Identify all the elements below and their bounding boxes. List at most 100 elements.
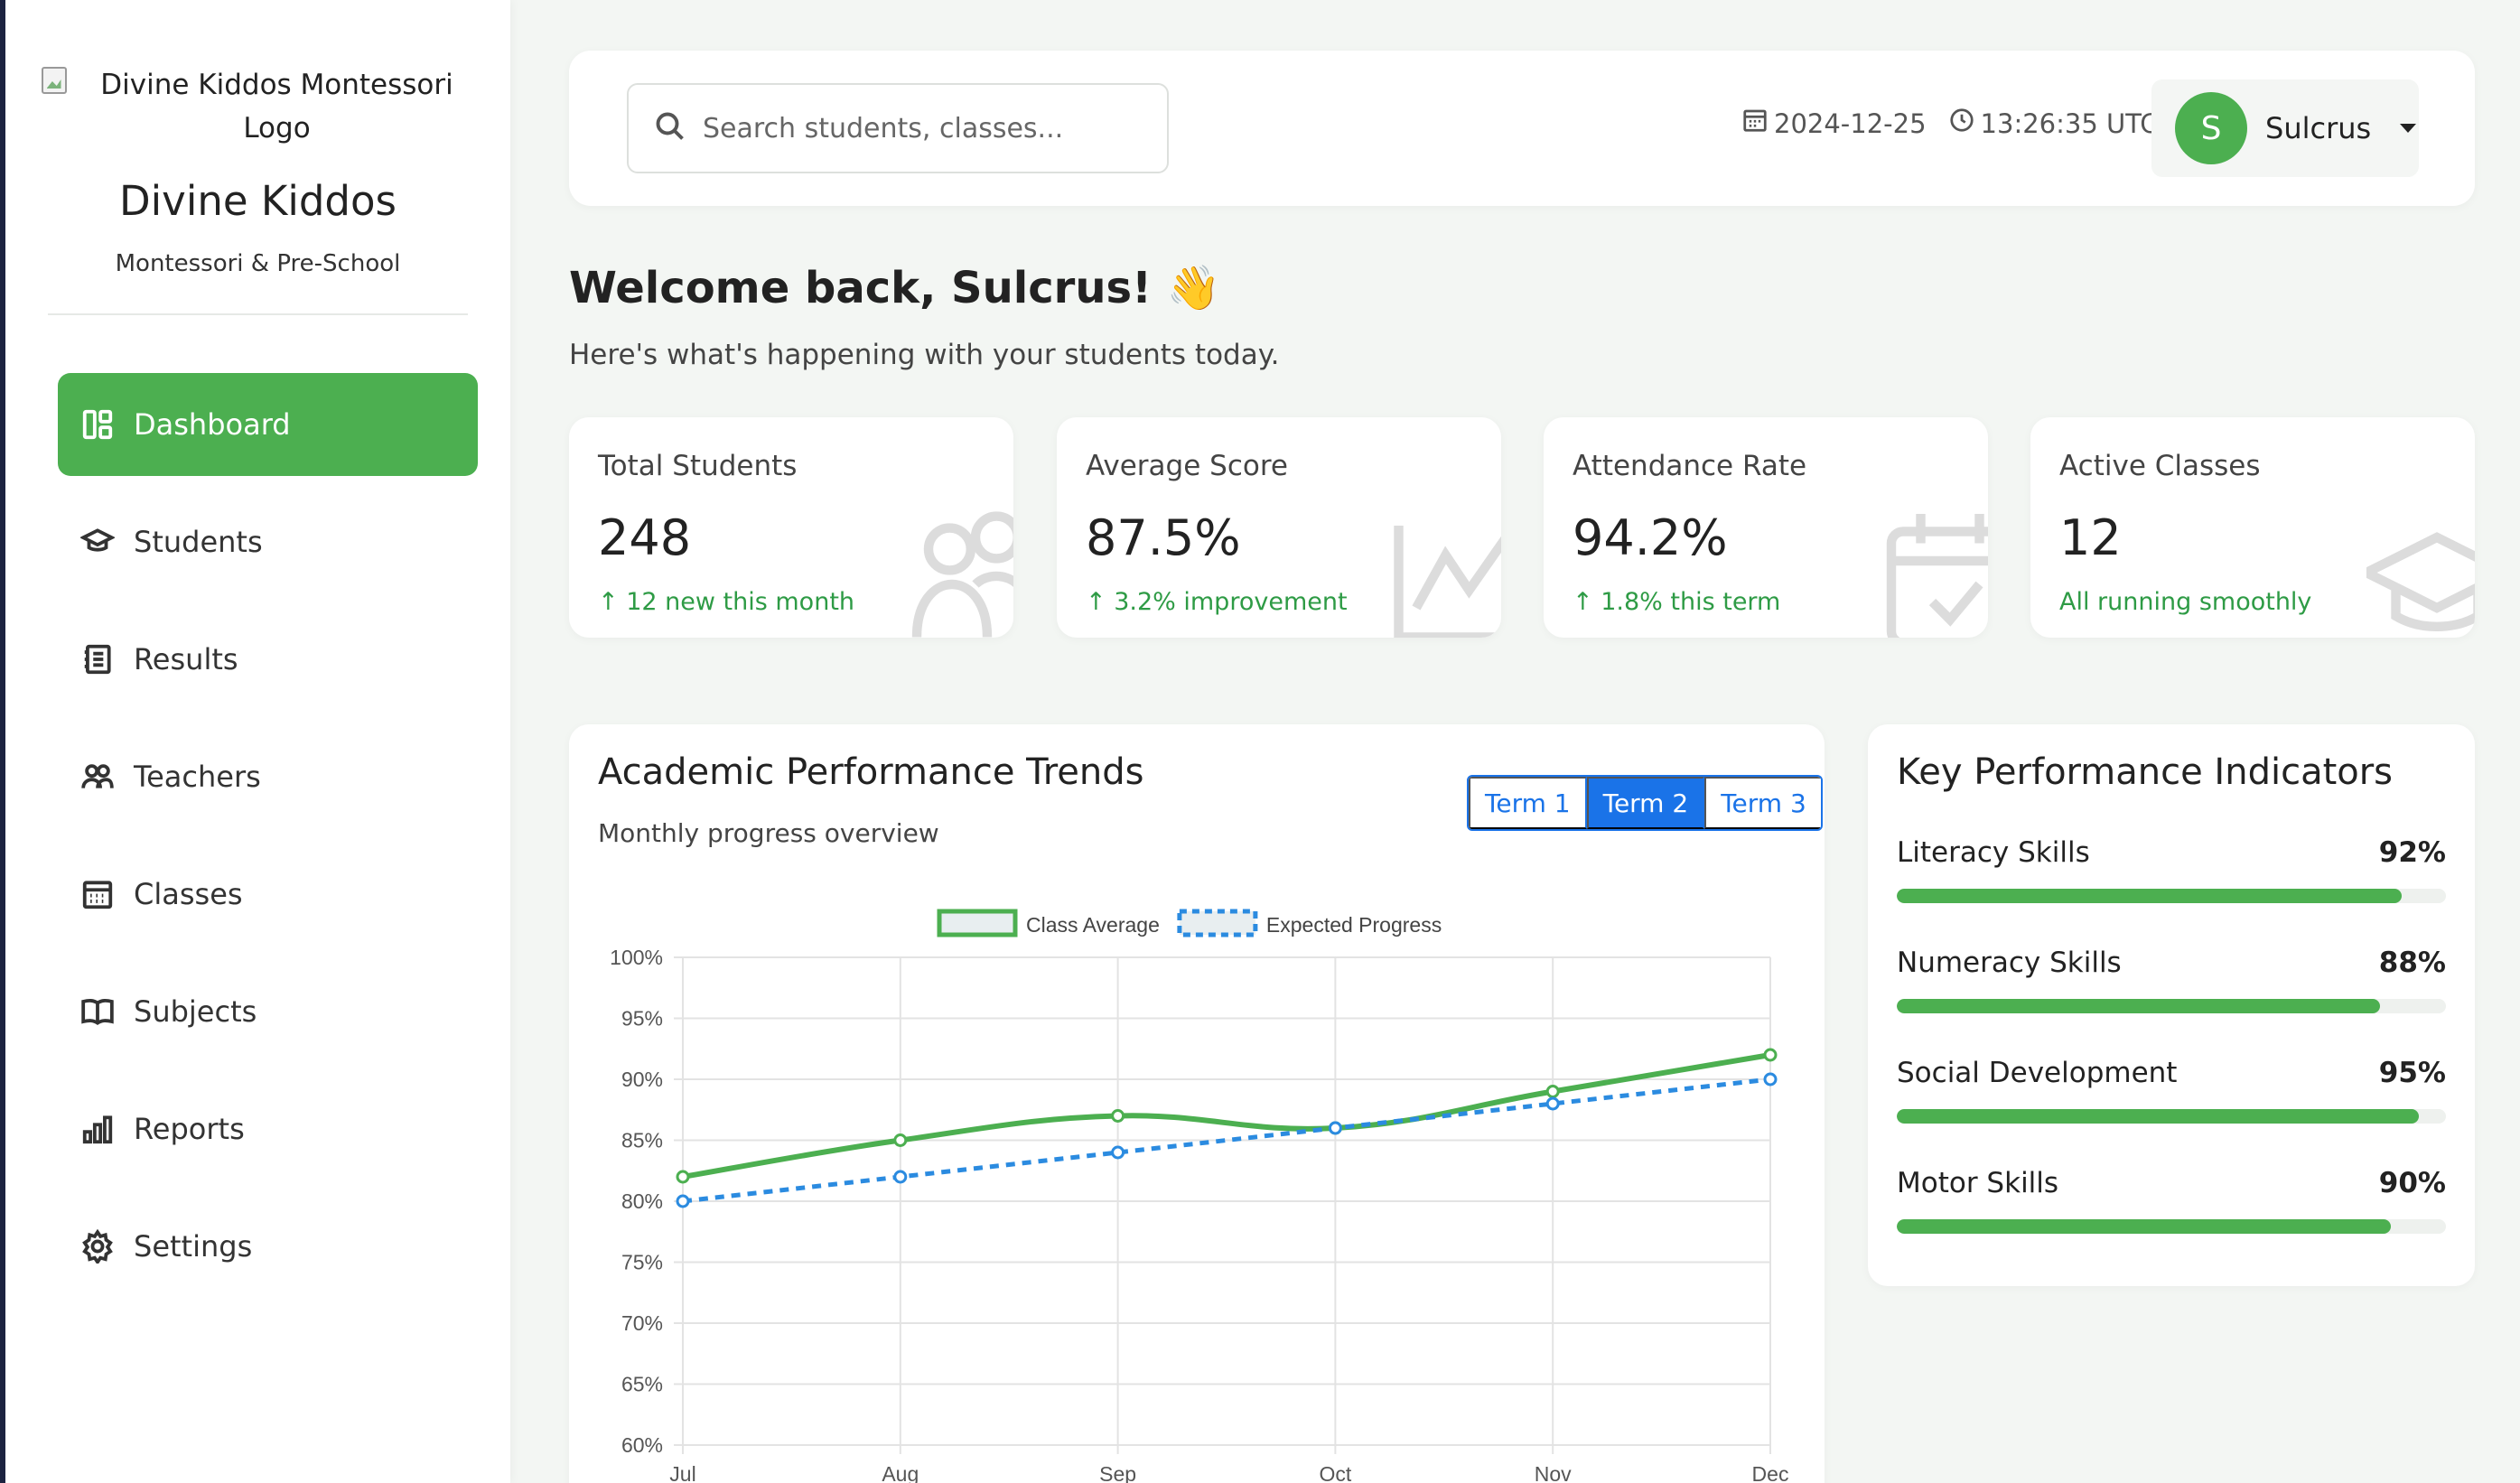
x-tick-label: Aug bbox=[882, 1462, 919, 1483]
journal-icon bbox=[79, 641, 116, 677]
kpi-progress-fill bbox=[1897, 1109, 2419, 1124]
stat-card-total-students: Total Students 248 ↑ 12 new this month bbox=[569, 417, 1013, 638]
performance-line-chart: 100% 95% 90% 85% 80% 75% 70% 65% 60% Jul Aug Sep Oct… bbox=[610, 909, 1788, 1483]
stat-label: Total Students bbox=[598, 450, 798, 482]
book-icon bbox=[79, 993, 116, 1030]
kpi-item-social: Social Development 95% bbox=[1897, 1057, 2446, 1124]
sidebar-item-subjects[interactable]: Subjects bbox=[58, 960, 478, 1063]
sidebar-item-label: Teachers bbox=[134, 760, 261, 794]
data-point bbox=[1545, 1085, 1560, 1098]
data-point bbox=[1763, 1072, 1778, 1087]
y-tick-label: 70% bbox=[621, 1311, 663, 1335]
kpi-progress-track bbox=[1897, 1219, 2446, 1234]
gear-icon bbox=[79, 1228, 116, 1264]
y-tick-label: 85% bbox=[621, 1129, 663, 1152]
data-point bbox=[676, 1194, 690, 1208]
time-text: 13:26:35 UTC bbox=[1980, 107, 2159, 139]
kpi-progress-track bbox=[1897, 999, 2446, 1013]
graduation-cap-icon bbox=[2356, 500, 2475, 638]
y-tick-label: 65% bbox=[621, 1373, 663, 1396]
y-tick-label: 95% bbox=[621, 1007, 663, 1031]
stat-label: Attendance Rate bbox=[1573, 450, 1807, 482]
user-menu[interactable]: S Sulcrus bbox=[2151, 79, 2419, 177]
top-bar: 2024-12-25 13:26:35 UTC S Sulcrus bbox=[569, 51, 2475, 206]
sidebar-item-label: Results bbox=[134, 642, 238, 676]
calendar-icon bbox=[1741, 107, 1769, 140]
date-text: 2024-12-25 bbox=[1774, 107, 1927, 139]
sidebar-item-reports[interactable]: Reports bbox=[58, 1077, 478, 1180]
y-tick-label: 80% bbox=[621, 1189, 663, 1213]
y-tick-label: 90% bbox=[621, 1068, 663, 1091]
y-tick-label: 60% bbox=[621, 1433, 663, 1457]
search-input[interactable] bbox=[703, 112, 1154, 145]
sidebar: Divine Kiddos Montessori Logo Divine Kid… bbox=[0, 0, 510, 1483]
data-point bbox=[893, 1133, 908, 1147]
time-display: 13:26:35 UTC bbox=[1948, 107, 2159, 140]
chevron-down-icon bbox=[2400, 124, 2417, 133]
data-point bbox=[1763, 1048, 1778, 1062]
sidebar-item-label: Classes bbox=[134, 877, 243, 911]
kpi-progress-fill bbox=[1897, 999, 2381, 1013]
brand-name: Divine Kiddos bbox=[119, 177, 397, 225]
kpi-progress-track bbox=[1897, 1109, 2446, 1124]
kpi-progress-track bbox=[1897, 889, 2446, 903]
kpi-percent: 92% bbox=[2378, 836, 2446, 869]
kpi-item-literacy: Literacy Skills 92% bbox=[1897, 836, 2446, 903]
calendar-grid-icon bbox=[79, 876, 116, 912]
sidebar-item-settings[interactable]: Settings bbox=[58, 1195, 478, 1298]
sidebar-item-label: Students bbox=[134, 525, 263, 559]
sidebar-item-results[interactable]: Results bbox=[58, 608, 478, 711]
legend-label: Expected Progress bbox=[1266, 913, 1442, 937]
kpi-progress-fill bbox=[1897, 1219, 2392, 1234]
people-icon bbox=[905, 500, 1013, 638]
datetime: 2024-12-25 13:26:35 UTC bbox=[1741, 107, 2159, 140]
sidebar-item-classes[interactable]: Classes bbox=[58, 843, 478, 946]
welcome-section: Welcome back, Sulcrus! 👋 Here's what's h… bbox=[569, 262, 1280, 371]
graduation-cap-icon bbox=[79, 524, 116, 560]
people-icon bbox=[79, 759, 116, 795]
kpi-title: Key Performance Indicators bbox=[1897, 751, 2394, 793]
stat-card-average-score: Average Score 87.5% ↑ 3.2% improvement bbox=[1057, 417, 1501, 638]
kpi-percent: 88% bbox=[2378, 947, 2446, 979]
kpi-progress-fill bbox=[1897, 889, 2403, 903]
logo-alt-text: Divine Kiddos Montessori Logo bbox=[100, 69, 453, 145]
data-point bbox=[1111, 1145, 1125, 1160]
stat-label: Active Classes bbox=[2059, 450, 2261, 482]
sidebar-item-label: Reports bbox=[134, 1112, 245, 1146]
brand-subtitle: Montessori & Pre-School bbox=[115, 250, 401, 277]
bar-chart-icon bbox=[79, 1111, 116, 1147]
y-tick-label: 100% bbox=[610, 946, 663, 969]
x-tick-label: Oct bbox=[1320, 1462, 1352, 1483]
sidebar-nav: Dashboard Students Results Teachers Clas… bbox=[5, 373, 510, 1298]
stat-card-attendance-rate: Attendance Rate 94.2% ↑ 1.8% this term bbox=[1544, 417, 1988, 638]
avatar: S bbox=[2175, 92, 2247, 164]
sidebar-item-dashboard[interactable]: Dashboard bbox=[58, 373, 478, 476]
page-title: Welcome back, Sulcrus! 👋 bbox=[569, 263, 1221, 313]
search-box[interactable] bbox=[627, 83, 1169, 173]
broken-image-icon bbox=[41, 67, 67, 94]
data-point bbox=[893, 1170, 908, 1184]
legend-swatch bbox=[937, 909, 1018, 937]
stat-card-active-classes: Active Classes 12 All running smoothly bbox=[2030, 417, 2475, 638]
sidebar-item-students[interactable]: Students bbox=[58, 490, 478, 593]
kpi-label: Numeracy Skills bbox=[1897, 947, 2122, 979]
date-display: 2024-12-25 bbox=[1741, 107, 1927, 140]
divider bbox=[48, 313, 468, 315]
y-tick-label: 75% bbox=[621, 1251, 663, 1274]
data-point bbox=[676, 1170, 690, 1184]
data-point bbox=[1111, 1109, 1125, 1123]
search-icon bbox=[654, 110, 686, 146]
calendar-check-icon bbox=[1880, 500, 1988, 638]
series-line-class-average bbox=[682, 1052, 1771, 1180]
performance-chart-panel: Academic Performance Trends Monthly prog… bbox=[569, 724, 1825, 1483]
kpi-item-numeracy: Numeracy Skills 88% bbox=[1897, 947, 2446, 1013]
dashboard-icon bbox=[79, 406, 116, 443]
data-point bbox=[1545, 1096, 1560, 1111]
kpi-label: Literacy Skills bbox=[1897, 836, 2090, 869]
sidebar-item-teachers[interactable]: Teachers bbox=[58, 725, 478, 828]
x-tick-label: Sep bbox=[1099, 1462, 1136, 1483]
kpi-label: Social Development bbox=[1897, 1057, 2178, 1089]
x-tick-label: Jul bbox=[669, 1462, 695, 1483]
kpi-item-motor: Motor Skills 90% bbox=[1897, 1167, 2446, 1234]
stat-label: Average Score bbox=[1086, 450, 1288, 482]
